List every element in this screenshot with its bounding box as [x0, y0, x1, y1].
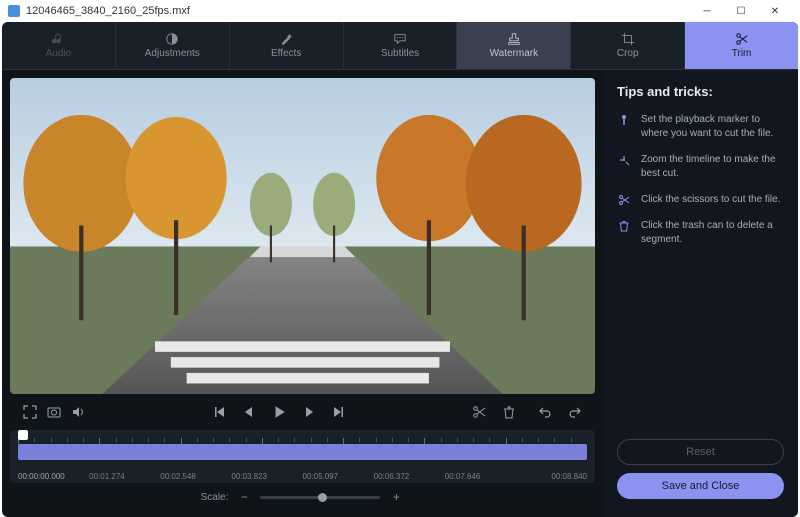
- main-area: 00:00:00.000 00:01.274 00:02.548 00:03.8…: [2, 70, 798, 517]
- time-label: 00:05.097: [303, 472, 374, 481]
- timeline-labels: 00:00:00.000 00:01.274 00:02.548 00:03.8…: [10, 470, 595, 481]
- undo-button[interactable]: [533, 400, 557, 424]
- tab-audio: Audio: [2, 22, 116, 69]
- crop-icon: [620, 32, 636, 46]
- zoom-out-button[interactable]: −: [236, 489, 252, 505]
- tab-label: Subtitles: [381, 48, 419, 59]
- tip-text: Click the scissors to cut the file.: [641, 193, 781, 207]
- window-title: 12046465_3840_2160_25fps.mxf: [26, 5, 690, 17]
- cut-button[interactable]: [467, 400, 491, 424]
- minimize-button[interactable]: ─: [690, 0, 724, 22]
- tab-trim[interactable]: Trim: [685, 22, 798, 69]
- snapshot-button[interactable]: [42, 400, 66, 424]
- time-label: 00:02.548: [160, 472, 231, 481]
- volume-button[interactable]: [66, 400, 90, 424]
- tip-item: Click the trash can to delete a segment.: [617, 219, 784, 247]
- close-button[interactable]: ✕: [758, 0, 792, 22]
- marker-icon: [617, 113, 631, 141]
- video-preview[interactable]: [10, 78, 595, 394]
- app-icon: [8, 5, 20, 17]
- save-close-button[interactable]: Save and Close: [617, 473, 784, 499]
- tab-watermark[interactable]: Watermark: [457, 22, 571, 69]
- tab-label: Watermark: [490, 48, 539, 59]
- time-label: 00:00:00.000: [18, 472, 89, 481]
- tip-text: Set the playback marker to where you wan…: [641, 113, 784, 141]
- scale-control: Scale: − +: [10, 485, 595, 509]
- music-note-icon: [50, 32, 66, 46]
- tips-panel: Tips and tricks: Set the playback marker…: [603, 70, 798, 517]
- time-label: 00:01.274: [89, 472, 160, 481]
- maximize-button[interactable]: ☐: [724, 0, 758, 22]
- tab-effects[interactable]: Effects: [230, 22, 344, 69]
- tips-title: Tips and tricks:: [617, 84, 784, 99]
- tabs-bar: Audio Adjustments Effects Subtitles Wate…: [2, 22, 798, 70]
- time-label: 00:03.823: [231, 472, 302, 481]
- contrast-icon: [164, 32, 180, 46]
- skip-end-button[interactable]: [327, 400, 351, 424]
- speech-bubble-icon: [392, 32, 408, 46]
- tip-item: Set the playback marker to where you wan…: [617, 113, 784, 141]
- time-label: 00:08.840: [516, 472, 587, 481]
- tab-label: Audio: [46, 48, 72, 59]
- skip-start-button[interactable]: [207, 400, 231, 424]
- zoom-icon: [617, 153, 631, 181]
- prev-frame-button[interactable]: [237, 400, 261, 424]
- tab-label: Effects: [271, 48, 301, 59]
- next-frame-button[interactable]: [297, 400, 321, 424]
- tab-label: Adjustments: [145, 48, 200, 59]
- tab-crop[interactable]: Crop: [571, 22, 685, 69]
- time-label: 00:06.372: [374, 472, 445, 481]
- tab-subtitles[interactable]: Subtitles: [344, 22, 458, 69]
- scissors-icon: [734, 32, 750, 46]
- editor-panel: 00:00:00.000 00:01.274 00:02.548 00:03.8…: [2, 70, 603, 517]
- tip-text: Click the trash can to delete a segment.: [641, 219, 784, 247]
- app-container: Audio Adjustments Effects Subtitles Wate…: [2, 22, 798, 517]
- tip-text: Zoom the timeline to make the best cut.: [641, 153, 784, 181]
- tip-item: Zoom the timeline to make the best cut.: [617, 153, 784, 181]
- player-controls: [10, 398, 595, 426]
- delete-button[interactable]: [497, 400, 521, 424]
- tab-label: Trim: [732, 48, 752, 59]
- playback-marker[interactable]: [18, 430, 28, 440]
- time-label: 00:07.646: [445, 472, 516, 481]
- timeline-track[interactable]: [18, 434, 587, 470]
- fullscreen-button[interactable]: [18, 400, 42, 424]
- tab-label: Crop: [617, 48, 639, 59]
- redo-button[interactable]: [563, 400, 587, 424]
- titlebar: 12046465_3840_2160_25fps.mxf ─ ☐ ✕: [0, 0, 800, 22]
- wand-icon: [278, 32, 294, 46]
- tip-item: Click the scissors to cut the file.: [617, 193, 784, 207]
- trash-icon: [617, 219, 631, 247]
- timeline[interactable]: 00:00:00.000 00:01.274 00:02.548 00:03.8…: [10, 430, 595, 483]
- scale-thumb[interactable]: [318, 493, 327, 502]
- reset-button[interactable]: Reset: [617, 439, 784, 465]
- preview-image: [10, 78, 595, 394]
- scissors-icon: [617, 193, 631, 207]
- tab-adjustments[interactable]: Adjustments: [116, 22, 230, 69]
- scale-slider[interactable]: [260, 496, 380, 499]
- timeline-clip[interactable]: [18, 444, 587, 460]
- scale-label: Scale:: [201, 492, 229, 503]
- play-button[interactable]: [267, 400, 291, 424]
- zoom-in-button[interactable]: +: [388, 489, 404, 505]
- stamp-icon: [506, 32, 522, 46]
